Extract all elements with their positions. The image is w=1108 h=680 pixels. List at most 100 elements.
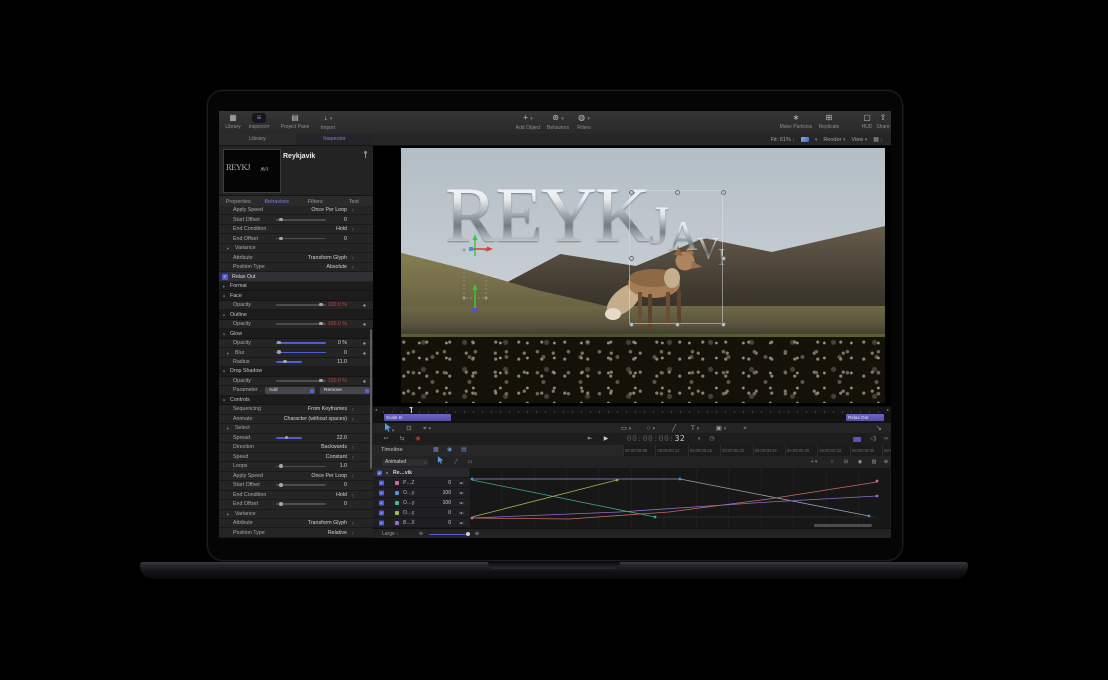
param-value[interactable]: 0 xyxy=(448,480,451,486)
timecode-menu-icon[interactable]: ▾ xyxy=(695,433,703,445)
parameter-slider[interactable] xyxy=(276,352,326,354)
popup-stepper-icon[interactable]: ↕ xyxy=(352,407,354,412)
parameter-slider[interactable] xyxy=(276,304,326,306)
parameter-value[interactable]: 1.0 xyxy=(340,463,347,469)
timeline-param-row-b-x[interactable]: ✓B…X0‹◆› xyxy=(373,518,469,528)
inspector-row-relax-out[interactable]: ✓Relax Out xyxy=(219,272,373,281)
box-select-tool[interactable]: ▭ xyxy=(465,456,475,468)
parameter-slider[interactable] xyxy=(276,437,302,439)
selection-handle[interactable] xyxy=(675,322,680,327)
param-checkbox[interactable]: ✓ xyxy=(379,510,384,515)
parameter-slider[interactable] xyxy=(276,466,326,468)
popup-stepper-icon[interactable]: ↕ xyxy=(352,255,354,260)
replicate-button[interactable]: ⊞ Replicate xyxy=(814,113,844,130)
canvas-viewport[interactable]: REYKJAVI xyxy=(373,146,891,406)
inspector-row-loops[interactable]: Loops1.0 xyxy=(219,462,373,471)
disclosure-open-icon[interactable]: ▾ xyxy=(386,470,388,475)
keyframe-point[interactable] xyxy=(616,479,619,482)
param-value[interactable]: 0 xyxy=(448,510,451,516)
audio-tracks-icon[interactable]: ▤ xyxy=(461,445,467,456)
inspector-row-attribute[interactable]: AttributeTransform Glyph↕ xyxy=(219,519,373,528)
curves-scrollbar[interactable] xyxy=(814,524,872,527)
layout-grid-control[interactable]: ▦ ↕ xyxy=(873,136,883,143)
range-end-icon[interactable]: ▸ xyxy=(887,407,889,412)
parameter-value[interactable]: Absolute xyxy=(326,264,347,270)
parameter-value[interactable]: Once Per Loop xyxy=(311,207,347,213)
tab-library[interactable]: Library xyxy=(219,134,296,145)
video-tracks-icon[interactable]: ▦ xyxy=(433,445,439,456)
param-checkbox[interactable]: ✓ xyxy=(379,520,384,525)
keyframe-nav-icon[interactable]: ‹◆› xyxy=(459,511,464,515)
keyframe-curve[interactable] xyxy=(472,496,877,518)
keyframe-curves[interactable] xyxy=(469,468,891,528)
panel-scrollbar[interactable] xyxy=(370,329,372,469)
popup-stepper-icon[interactable]: ↕ xyxy=(352,208,354,213)
disclosure-open-icon[interactable]: ▾ xyxy=(223,369,225,374)
parameter-value[interactable]: 0 xyxy=(344,501,347,507)
timeline-ruler[interactable]: 00:00:00:0800:00:00:1200:00:00:1600:00:0… xyxy=(623,445,891,456)
import-button[interactable]: ↓ ▾ Import xyxy=(315,113,341,131)
add-parameter-button[interactable]: Add xyxy=(265,387,315,394)
keyframe-point[interactable] xyxy=(876,480,879,483)
disclosure-closed-icon[interactable]: ▸ xyxy=(227,246,229,251)
timeline-param-row-p-z[interactable]: ✓P…Z0‹◆› xyxy=(373,478,469,488)
timeline-param-row-o-y[interactable]: ✓O…y100‹◆› xyxy=(373,488,469,498)
param-checkbox[interactable]: ✓ xyxy=(379,480,384,485)
parameter-value[interactable]: 0 xyxy=(344,236,347,242)
parameter-value[interactable]: From Keyframes xyxy=(308,406,347,412)
param-checkbox[interactable]: ✓ xyxy=(379,490,384,495)
inspector-row-attribute[interactable]: AttributeTransform Glyph↕ xyxy=(219,253,373,262)
add-keyframe-icon[interactable]: + ▾ xyxy=(807,456,821,468)
keyframe-curve[interactable] xyxy=(680,479,869,516)
inspector-row-end-condition[interactable]: End ConditionHold↕ xyxy=(219,225,373,234)
parameter-slider[interactable] xyxy=(276,484,326,486)
disclosure-open-icon[interactable]: ▾ xyxy=(223,293,225,298)
disclosure-open-icon[interactable]: ▾ xyxy=(223,397,225,402)
inspector-row-animate[interactable]: AnimateCharacter (without spaces)↕ xyxy=(219,415,373,424)
inspector-row-opacity[interactable]: Opacity100.0 %◆ xyxy=(219,320,373,329)
parameter-value[interactable]: Once Per Loop xyxy=(311,473,347,479)
keyframe-point[interactable] xyxy=(471,478,474,481)
layer-checkbox[interactable]: ✓ xyxy=(377,470,382,475)
popup-stepper-icon[interactable]: ↕ xyxy=(352,265,354,270)
parameter-slider[interactable] xyxy=(276,503,326,505)
selection-bounding-box[interactable] xyxy=(629,190,723,324)
parameter-value[interactable]: 11.0 xyxy=(337,359,347,365)
keyframe-nav-icon[interactable]: ‹◆› xyxy=(459,521,464,525)
behavior-bar-relax-out[interactable]: Relax Out xyxy=(846,414,884,421)
popup-stepper-icon[interactable]: ↕ xyxy=(352,521,354,526)
parameter-value[interactable]: Transform Glyph xyxy=(308,255,347,261)
keyframe-point[interactable] xyxy=(679,478,682,481)
inspector-row-opacity[interactable]: Opacity100.0 %◆ xyxy=(219,377,373,386)
parameter-slider[interactable] xyxy=(276,361,302,363)
parameter-value[interactable]: Character (without spaces) xyxy=(284,416,347,422)
inspector-row-end-offset[interactable]: End Offset0 xyxy=(219,234,373,243)
canvas-image[interactable]: REYKJAVI xyxy=(401,148,885,403)
parameter-value[interactable]: 22.0 xyxy=(337,435,347,441)
inspector-row-speed[interactable]: SpeedConstant↕ xyxy=(219,453,373,462)
param-checkbox[interactable]: ✓ xyxy=(379,500,384,505)
parameter-value[interactable]: Transform Glyph xyxy=(308,520,347,526)
make-particles-button[interactable]: ∗ Make Particles xyxy=(776,113,816,130)
keyframe-curve[interactable] xyxy=(472,482,877,519)
snap-icon[interactable]: ○ xyxy=(827,456,837,468)
transform-gizmo[interactable] xyxy=(456,232,502,320)
timeline-zoom-slider[interactable] xyxy=(429,534,469,536)
behavior-checkbox[interactable]: ✓ xyxy=(222,274,228,280)
inspector-row-position-type[interactable]: Position TypeRelative↕ xyxy=(219,528,373,537)
add-object-button[interactable]: + ▾ Add Object xyxy=(513,113,543,131)
inspector-row-start-offset[interactable]: Start Offset0 xyxy=(219,481,373,490)
parameter-value[interactable]: 0 xyxy=(344,350,347,356)
project-pane-button[interactable]: ▤ Project Pane xyxy=(277,113,313,130)
keyframe-icon[interactable]: ◆ xyxy=(363,378,366,383)
inspector-row-variance[interactable]: ▸Variance xyxy=(219,510,373,519)
popup-stepper-icon[interactable]: ↕ xyxy=(352,473,354,478)
timeline-param-row-o-y[interactable]: ✓O…y0‹◆› xyxy=(373,508,469,518)
parameter-slider[interactable] xyxy=(276,323,326,325)
keyframe-point[interactable] xyxy=(868,515,871,518)
param-value[interactable]: 0 xyxy=(448,520,451,526)
inspector-row-end-offset[interactable]: End Offset0 xyxy=(219,500,373,509)
parameter-value[interactable]: Backwards xyxy=(321,444,347,450)
keyframe-point[interactable] xyxy=(876,495,879,498)
layer-thumbnail[interactable]: REYKJ AVI xyxy=(223,149,281,193)
